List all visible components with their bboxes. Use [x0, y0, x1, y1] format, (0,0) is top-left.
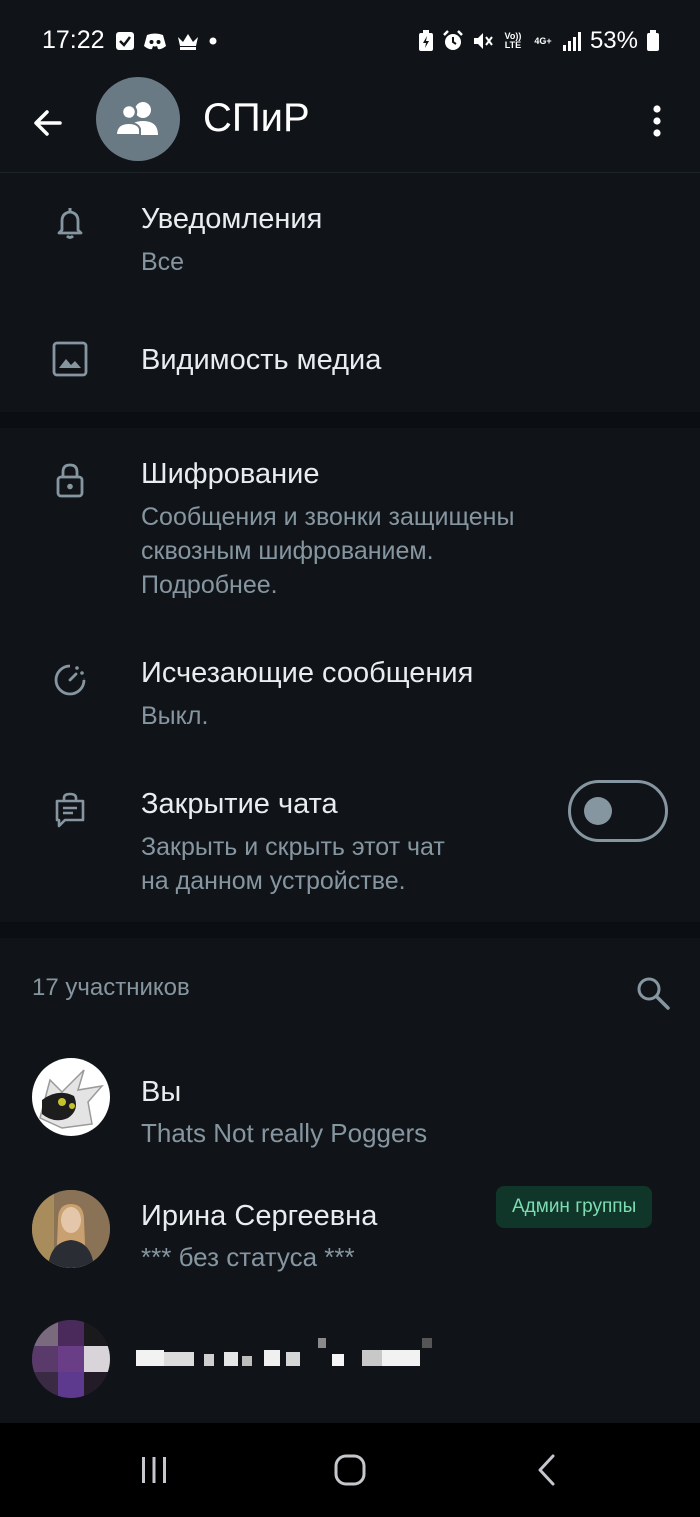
encryption-subtitle-line1: Сообщения и звонки защищены — [141, 503, 515, 531]
admin-badge: Админ группы — [496, 1186, 653, 1228]
member-status-admin: *** без статуса *** — [141, 1242, 355, 1272]
member-avatar-obscured — [32, 1320, 110, 1398]
nav-back-button[interactable] — [516, 1446, 576, 1494]
media-visibility-title: Видимость медиа — [141, 344, 382, 376]
disappearing-messages-subtitle: Выкл. — [141, 702, 209, 730]
checkbox-icon — [116, 32, 134, 50]
battery-percent: 53% — [589, 27, 638, 54]
notifications-row[interactable]: Уведомления Все — [0, 173, 700, 301]
status-bar: 17:22 Vo)) LTE 4G+ 53% — [0, 0, 700, 80]
dot-icon — [209, 37, 217, 45]
member-row-obscured[interactable] — [0, 1296, 700, 1423]
back-button[interactable] — [24, 99, 72, 147]
member-avatar-admin — [32, 1190, 110, 1268]
members-search-button[interactable] — [630, 970, 676, 1016]
timer-icon — [48, 658, 92, 702]
image-icon — [48, 337, 92, 381]
settings-section-privacy: Шифрование Сообщения и звонки защищены с… — [0, 428, 700, 922]
members-section: 17 участников Вы Thats Not really Pogger… — [0, 938, 700, 1423]
status-left-icons — [116, 26, 217, 56]
member-avatar-you — [32, 1058, 110, 1136]
notifications-title: Уведомления — [141, 203, 323, 235]
battery-saver-icon — [418, 30, 433, 51]
encryption-title: Шифрование — [141, 458, 320, 490]
4g-icon: 4G+ — [534, 35, 552, 46]
chat-lock-subtitle-line2: на данном устройстве. — [141, 867, 406, 895]
encryption-row[interactable]: Шифрование Сообщения и звонки защищены с… — [0, 428, 700, 628]
group-icon — [114, 102, 158, 136]
bell-icon — [48, 201, 92, 245]
back-icon — [538, 1454, 555, 1486]
chat-lock-title: Закрытие чата — [141, 788, 338, 820]
status-time: 17:22 — [42, 26, 105, 54]
arrow-left-icon — [34, 110, 62, 136]
member-row-you[interactable]: Вы Thats Not really Poggers — [0, 1046, 700, 1166]
settings-section-general: Уведомления Все Видимость медиа — [0, 173, 700, 412]
recents-button[interactable] — [124, 1446, 184, 1494]
encryption-subtitle-line2: сквозным шифрованием. — [141, 537, 434, 565]
signal-icon — [562, 32, 581, 51]
discord-icon — [144, 33, 166, 50]
mute-icon — [473, 33, 493, 49]
member-status-you: Thats Not really Poggers — [141, 1118, 428, 1148]
media-visibility-row[interactable]: Видимость медиа — [0, 301, 700, 412]
member-name-you: Вы — [141, 1076, 182, 1108]
app-bar: СПиР — [0, 77, 700, 173]
chat-lock-toggle[interactable] — [568, 780, 668, 842]
home-button[interactable] — [320, 1446, 380, 1494]
disappearing-messages-title: Исчезающие сообщения — [141, 657, 474, 689]
alarm-icon — [443, 30, 463, 50]
recents-icon — [142, 1457, 166, 1483]
volte-icon: Vo)) LTE — [504, 31, 522, 50]
crown-icon — [178, 34, 198, 50]
members-count: 17 участников — [32, 974, 190, 1001]
member-name-admin: Ирина Сергеевна — [141, 1200, 378, 1232]
more-vert-icon — [653, 105, 661, 137]
more-options-button[interactable] — [633, 97, 681, 145]
group-title[interactable]: СПиР — [203, 96, 310, 141]
group-avatar[interactable] — [96, 77, 180, 161]
chat-lock-toggle-knob — [584, 797, 612, 825]
encryption-learn-more[interactable]: Подробнее. — [141, 568, 278, 602]
chat-lock-icon — [48, 788, 92, 832]
chat-lock-subtitle-line1: Закрыть и скрыть этот чат — [141, 833, 445, 861]
notifications-subtitle: Все — [141, 248, 185, 276]
home-icon — [334, 1454, 366, 1486]
status-right-icons: Vo)) LTE 4G+ 53% — [418, 26, 660, 56]
system-nav-bar — [0, 1423, 700, 1517]
search-icon — [637, 977, 670, 1010]
battery-icon — [647, 30, 659, 51]
disappearing-messages-row[interactable]: Исчезающие сообщения Выкл. — [0, 628, 700, 758]
lock-icon — [48, 458, 92, 502]
member-name-obscured — [136, 1338, 436, 1370]
